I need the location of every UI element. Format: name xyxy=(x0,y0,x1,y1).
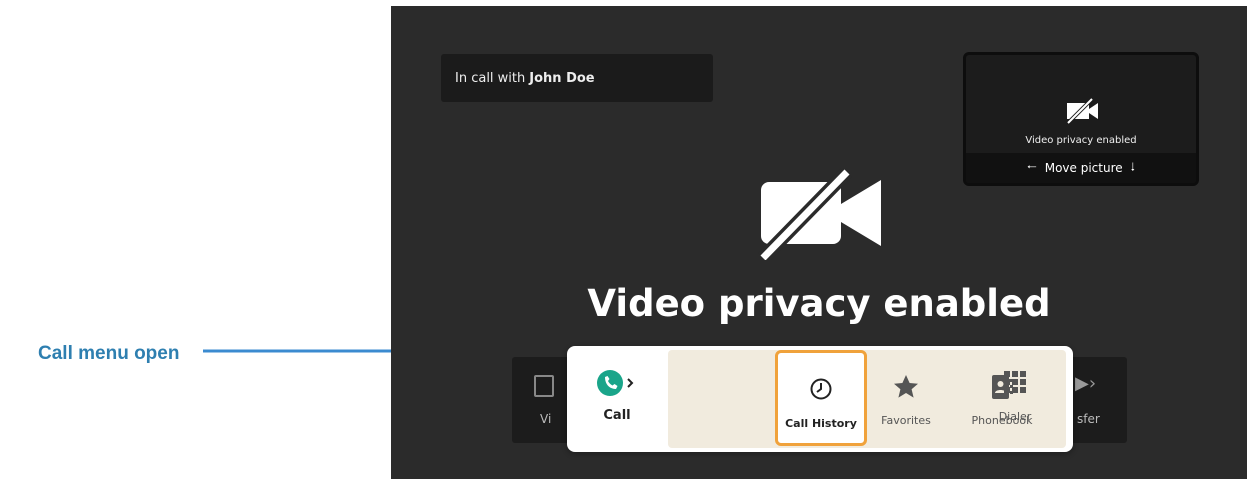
caller-name: John Doe xyxy=(529,70,595,86)
underlying-left-label: Vi xyxy=(540,412,552,426)
pip-status-text: Video privacy enabled xyxy=(1025,135,1137,146)
transfer-icon: ▶› xyxy=(1075,373,1097,394)
arrow-down-icon: 🠃 xyxy=(1130,159,1135,174)
move-picture-control[interactable]: 🠀 Move picture 🠃 xyxy=(966,153,1196,183)
call-history-label: Call History xyxy=(785,417,857,430)
video-off-icon xyxy=(1064,97,1100,130)
call-history-button[interactable]: Call History xyxy=(775,350,867,446)
dialer-button[interactable]: Dialer xyxy=(979,346,1051,444)
in-call-banner: In call with John Doe xyxy=(441,54,713,102)
underlying-right-label: sfer xyxy=(1077,412,1100,426)
dialer-label: Dialer xyxy=(998,410,1032,423)
video-privacy-status: Video privacy enabled xyxy=(587,282,1051,325)
call-menu: Call Call History Favorites Phonebook Di… xyxy=(567,346,1073,452)
phone-icon xyxy=(577,370,657,396)
banner-prefix: In call with xyxy=(455,70,526,86)
call-label: Call xyxy=(603,408,631,423)
favorites-label: Favorites xyxy=(881,414,931,427)
self-view-pip[interactable]: Video privacy enabled 🠀 Move picture 🠃 xyxy=(963,52,1199,186)
dialpad-icon xyxy=(979,370,1051,394)
arrow-left-icon: 🠀 xyxy=(1026,159,1037,174)
video-call-screen: In call with John Doe Video privacy enab… xyxy=(391,6,1247,479)
star-icon xyxy=(868,374,944,400)
favorites-button[interactable]: Favorites xyxy=(868,350,944,448)
call-menu-toggle[interactable]: Call xyxy=(577,346,657,444)
video-icon xyxy=(534,375,554,397)
video-off-large-icon xyxy=(757,167,887,265)
clock-icon xyxy=(778,377,864,401)
move-picture-label: Move picture xyxy=(1044,161,1123,175)
